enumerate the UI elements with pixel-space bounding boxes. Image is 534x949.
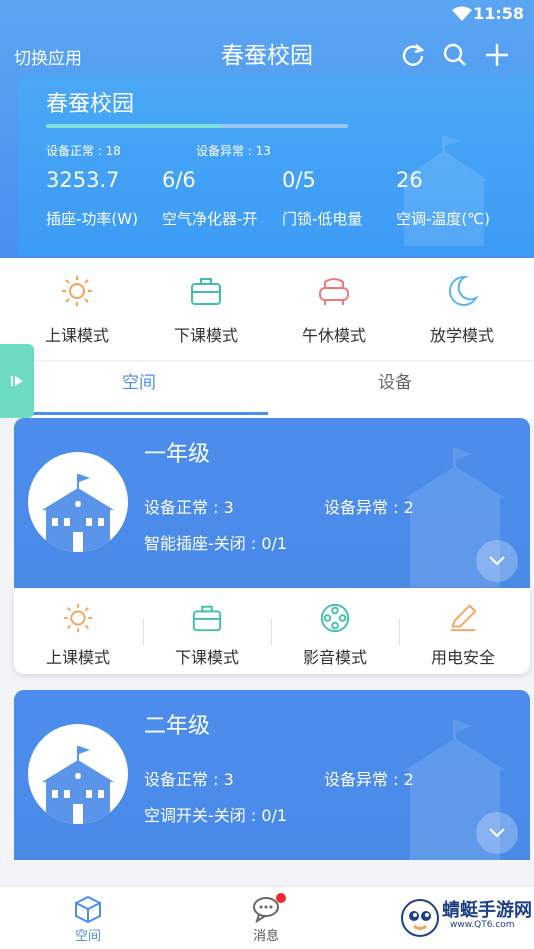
air-purifier-value: 6/6 xyxy=(162,168,196,192)
mode-label: 下课模式 xyxy=(173,326,238,345)
nav-messages[interactable]: 消息 xyxy=(216,887,316,949)
tab-active-indicator xyxy=(14,412,268,415)
ac-temperature-value: 26 xyxy=(396,168,423,192)
nav-label: 消息 xyxy=(252,929,279,944)
watermark-url: www.QT6.com xyxy=(450,920,515,930)
hero-progress-bar xyxy=(46,124,348,128)
class-device-normal: 设备正常 : 3 xyxy=(144,498,234,517)
class-card-header: 一年级 设备正常 : 3 设备异常 : 2 智能插座-关闭 : 0/1 xyxy=(14,418,530,588)
sun-icon xyxy=(63,603,93,633)
chevron-down-icon xyxy=(489,556,505,566)
global-mode-row: 上课模式 下课模式 午休模式 放学模式 xyxy=(0,258,534,360)
action-media-mode[interactable]: 影音模式 xyxy=(271,588,399,674)
mode-label: 午休模式 xyxy=(301,326,366,345)
unread-badge xyxy=(276,893,286,903)
class-device-normal: 设备正常 : 3 xyxy=(144,770,234,789)
status-bar: 11:58 xyxy=(0,0,534,28)
mode-class-end[interactable]: 下课模式 xyxy=(141,258,271,360)
school-building-icon xyxy=(42,474,114,552)
air-purifier-label: 空气净化器-开 xyxy=(162,210,258,228)
class-card-header: 二年级 设备正常 : 3 设备异常 : 2 空调开关-关闭 : 0/1 xyxy=(14,690,530,860)
class-avatar xyxy=(28,452,128,552)
nav-label: 空间 xyxy=(74,929,101,944)
site-watermark: 蜻蜓手游网 www.QT6.com xyxy=(398,894,532,944)
dragonfly-logo-icon xyxy=(401,899,439,937)
school-summary-card[interactable]: 春蚕校园 设备正常 : 18 设备异常 : 13 3253.7 6/6 0/5 … xyxy=(18,76,534,256)
nav-space[interactable]: 空间 xyxy=(38,887,138,949)
top-bar: 切换应用 春蚕校园 xyxy=(0,28,534,80)
sofa-icon xyxy=(319,278,349,305)
action-class-start[interactable]: 上课模式 xyxy=(14,588,142,674)
ac-temperature-label: 空调-温度(℃) xyxy=(396,210,490,228)
class-device-abnormal: 设备异常 : 2 xyxy=(324,498,414,517)
device-normal-count: 设备正常 : 18 xyxy=(46,144,121,158)
action-label: 用电安全 xyxy=(430,648,495,667)
school-name: 春蚕校园 xyxy=(46,92,135,117)
header-background: 11:58 切换应用 春蚕校园 春蚕校园 设备正常: 18 设备异常: 13… xyxy=(0,0,534,258)
socket-power-label: 插座-功率(W) xyxy=(46,210,138,228)
school-building-icon xyxy=(42,746,114,824)
action-class-end[interactable]: 下课模式 xyxy=(143,588,271,674)
cube-icon xyxy=(75,895,101,923)
expand-button[interactable] xyxy=(476,812,518,854)
briefcase-icon xyxy=(191,278,221,305)
action-label: 下课模式 xyxy=(174,648,239,667)
device-abnormal-count: 设备异常 : 13 xyxy=(196,144,271,158)
class-card[interactable]: 一年级 设备正常 : 3 设备异常 : 2 智能插座-关闭 : 0/1 上课模式… xyxy=(14,418,530,674)
pencil-icon xyxy=(450,604,477,632)
wifi-icon xyxy=(452,6,472,21)
tab-device[interactable]: 设备 xyxy=(378,368,412,393)
mode-noon-rest[interactable]: 午休模式 xyxy=(269,258,399,360)
action-power-safety[interactable]: 用电安全 xyxy=(399,588,527,674)
expand-button[interactable] xyxy=(476,540,518,582)
refresh-icon[interactable] xyxy=(400,42,426,68)
class-avatar xyxy=(28,724,128,824)
class-device-status: 智能插座-关闭 : 0/1 xyxy=(144,534,288,553)
chevron-down-icon xyxy=(489,828,505,838)
watermark-text: 蜻蜓手游网 xyxy=(442,900,532,921)
mode-label: 上课模式 xyxy=(44,326,109,345)
hero-progress-fill xyxy=(46,124,222,128)
class-name: 一年级 xyxy=(144,442,211,467)
tab-bar: 空间 设备 xyxy=(0,362,534,418)
moon-icon xyxy=(448,275,479,306)
play-icon xyxy=(11,376,23,386)
door-lock-value: 0/5 xyxy=(282,168,316,192)
class-action-row: 上课模式 下课模式 影音模式 用电安全 xyxy=(14,588,530,674)
class-device-abnormal: 设备异常 : 2 xyxy=(324,770,414,789)
action-label: 影音模式 xyxy=(302,648,367,667)
status-time: 11:58 xyxy=(473,4,524,23)
class-device-status: 空调开关-关闭 : 0/1 xyxy=(144,806,288,825)
film-reel-icon xyxy=(320,603,350,633)
mode-label: 放学模式 xyxy=(429,326,494,345)
app-root: 11:58 切换应用 春蚕校园 春蚕校园 设备正常: 18 设备异常: 13… xyxy=(0,0,534,949)
briefcase-icon xyxy=(192,605,222,632)
side-drawer-handle[interactable] xyxy=(0,344,34,418)
search-icon[interactable] xyxy=(442,42,468,68)
tab-space[interactable]: 空间 xyxy=(122,368,156,393)
mode-after-school[interactable]: 放学模式 xyxy=(397,258,527,360)
door-lock-label: 门锁-低电量 xyxy=(282,210,363,228)
socket-power-value: 3253.7 xyxy=(46,168,120,192)
add-icon[interactable] xyxy=(484,42,510,68)
class-card[interactable]: 二年级 设备正常 : 3 设备异常 : 2 空调开关-关闭 : 0/1 xyxy=(14,690,530,860)
action-label: 上课模式 xyxy=(45,648,110,667)
sun-icon xyxy=(62,276,92,306)
class-name: 二年级 xyxy=(144,714,211,739)
